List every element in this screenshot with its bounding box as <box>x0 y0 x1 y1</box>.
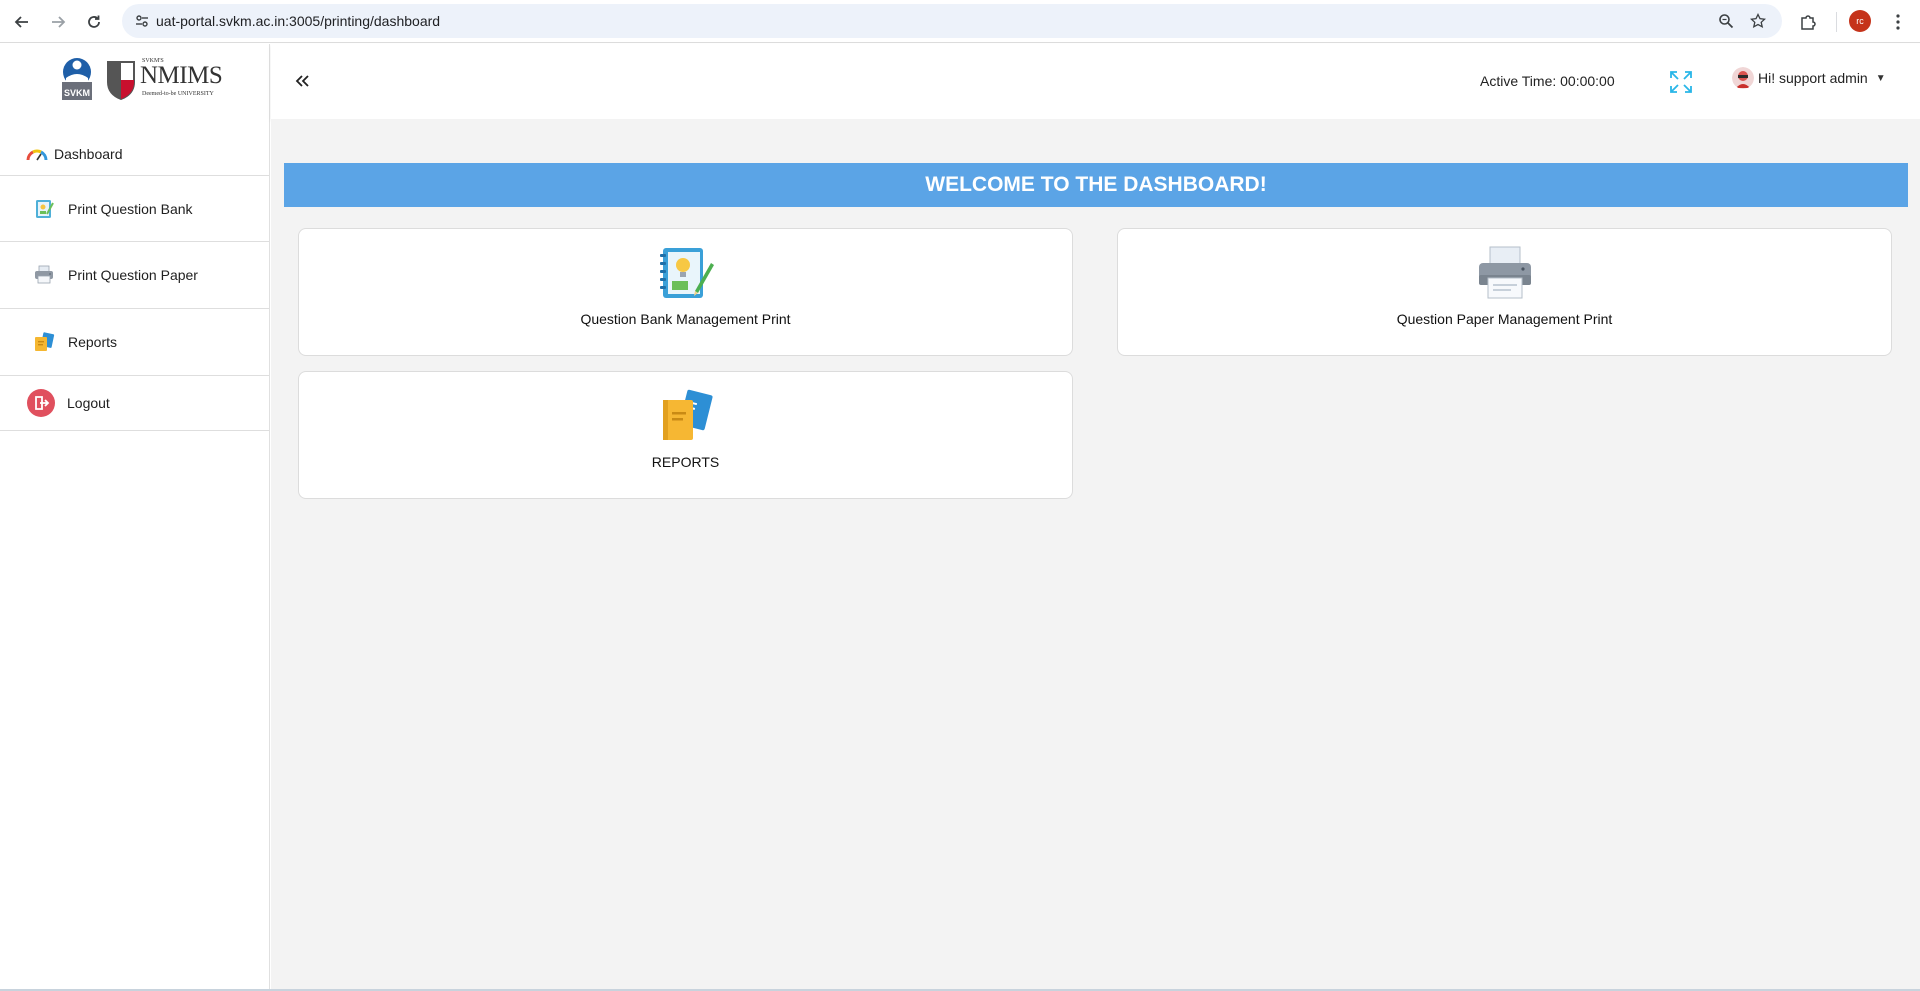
bookmark-star-icon[interactable] <box>1746 9 1770 33</box>
forward-button[interactable] <box>44 8 72 36</box>
dashboard-gauge-icon <box>26 140 48 168</box>
card-label: Question Bank Management Print <box>580 311 791 327</box>
reports-folders-icon <box>662 389 713 440</box>
nmims-logo-bottom-text: Deemed-to-be UNIVERSITY <box>142 91 214 97</box>
profile-avatar[interactable]: rc <box>1849 10 1871 32</box>
sidebar: SVKM SVKM'S NMIMS Deemed-to-be UNIVERSIT… <box>0 44 270 989</box>
sidebar-item-print-question-paper[interactable]: Print Question Paper <box>0 242 269 309</box>
collapse-sidebar-button[interactable] <box>289 68 315 94</box>
sidebar-item-label: Reports <box>68 334 118 350</box>
sidebar-item-logout[interactable]: Logout <box>0 376 269 431</box>
browser-toolbar: uat-portal.svkm.ac.in:3005/printing/dash… <box>0 0 1920 43</box>
browser-menu-button[interactable] <box>1884 8 1912 36</box>
back-button[interactable] <box>8 8 36 36</box>
card-question-paper-management[interactable]: Question Paper Management Print <box>1117 228 1892 356</box>
toolbar-divider <box>1836 12 1837 32</box>
sidebar-menu: Dashboard Print Question Bank Print Ques… <box>0 132 270 431</box>
printer-icon <box>1478 246 1531 299</box>
logout-icon <box>27 389 55 417</box>
sidebar-item-reports[interactable]: Reports <box>0 309 269 376</box>
user-greeting: Hi! support admin <box>1758 70 1868 86</box>
reports-icon <box>30 328 58 356</box>
fullscreen-button[interactable] <box>1668 69 1694 95</box>
top-header: Active Time: 00:00:00 Hi! support admin … <box>271 44 1920 119</box>
active-time: Active Time: 00:00:00 <box>1480 73 1615 89</box>
reload-button[interactable] <box>80 8 108 36</box>
extensions-button[interactable] <box>1794 8 1822 36</box>
nmims-logo-text: NMIMS <box>140 62 223 89</box>
caret-down-icon: ▼ <box>1875 72 1886 84</box>
card-question-bank-management[interactable]: Question Bank Management Print <box>298 228 1073 356</box>
svg-text:SVKM: SVKM <box>64 88 90 98</box>
expand-icon <box>1670 71 1692 93</box>
sidebar-item-dashboard[interactable]: Dashboard <box>0 132 269 176</box>
sidebar-item-label: Dashboard <box>54 145 123 162</box>
nmims-shield-icon <box>107 61 135 100</box>
site-info-icon[interactable] <box>130 9 154 33</box>
double-chevron-left-icon <box>295 75 309 87</box>
main-content: WELCOME TO THE DASHBOARD! Question Bank … <box>271 119 1920 989</box>
printer-icon <box>30 261 58 289</box>
sidebar-item-print-question-bank[interactable]: Print Question Bank <box>0 176 269 242</box>
url-text[interactable]: uat-portal.svkm.ac.in:3005/printing/dash… <box>156 4 440 38</box>
user-avatar <box>1732 67 1754 89</box>
card-label: REPORTS <box>651 454 720 470</box>
card-label: Question Paper Management Print <box>1396 311 1613 327</box>
nmims-logo: SVKM'S NMIMS Deemed-to-be UNIVERSITY <box>106 58 223 102</box>
back-arrow-icon <box>14 16 28 28</box>
user-menu[interactable]: Hi! support admin ▼ <box>1732 66 1886 90</box>
svkm-logo: SVKM <box>62 58 92 100</box>
address-bar[interactable]: uat-portal.svkm.ac.in:3005/printing/dash… <box>122 4 1782 38</box>
forward-arrow-icon <box>52 16 66 28</box>
sidebar-item-label: Print Question Bank <box>68 200 193 217</box>
welcome-banner: WELCOME TO THE DASHBOARD! <box>284 163 1908 207</box>
sidebar-item-label: Print Question Paper <box>68 267 198 283</box>
logo-area: SVKM SVKM'S NMIMS Deemed-to-be UNIVERSIT… <box>0 44 270 109</box>
notebook-lightbulb-icon <box>659 248 714 298</box>
puzzle-icon <box>1801 15 1816 30</box>
question-bank-icon <box>30 195 58 223</box>
reload-icon <box>88 15 100 28</box>
zoom-icon[interactable] <box>1714 9 1738 33</box>
card-reports[interactable]: REPORTS <box>298 371 1073 499</box>
sidebar-item-label: Logout <box>67 395 110 411</box>
kebab-menu-icon <box>1896 14 1900 30</box>
